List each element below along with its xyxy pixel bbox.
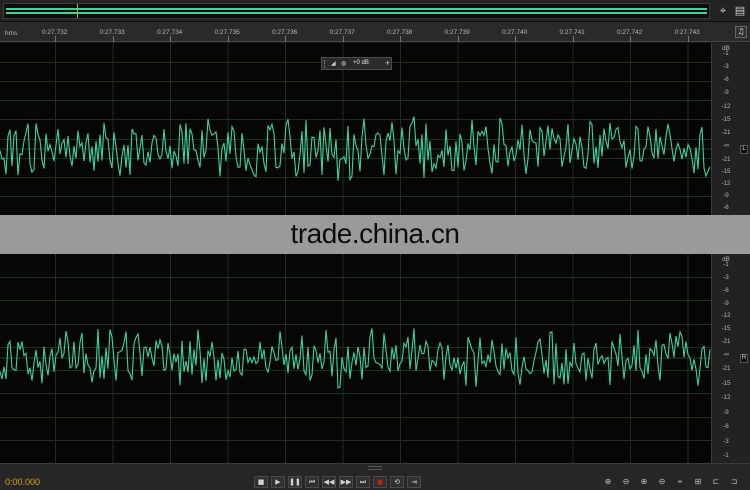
panel-toggle-icon[interactable]: ▤ <box>733 4 747 18</box>
zoom-out-amplitude-icon[interactable]: ⊖ <box>619 476 633 488</box>
ruler-tick <box>457 36 459 42</box>
zoom-crosshair-icon[interactable]: ⌖ <box>716 4 730 18</box>
ruler-time-label: 0:27.734 <box>157 29 183 36</box>
channel-label[interactable]: R <box>740 354 748 363</box>
ruler-time-label: 0:27.733 <box>99 29 125 36</box>
db-tick-label: -1 <box>723 261 729 268</box>
db-tick-label: -6 <box>723 286 729 294</box>
channel-right-waveform[interactable] <box>0 254 711 463</box>
db-tick-label: -9 <box>723 408 729 416</box>
fast-forward-icon[interactable]: ▶▶ <box>339 476 353 488</box>
time-display[interactable]: 0:00.000 <box>5 477 40 487</box>
volume-hud[interactable]: ◢ ◍ +0 dB ✈ <box>321 57 392 70</box>
db-tick-label: -12 <box>721 180 731 187</box>
time-ruler[interactable]: hms 0:27.732 0:27.733 0:27.734 0:27.735 0:27… <box>0 22 750 42</box>
overview-waveform <box>6 8 707 14</box>
zoom-selection-icon[interactable]: ⊞ <box>691 476 705 488</box>
ruler-time-label: 0:27.742 <box>617 29 643 36</box>
ruler-time-label: 0:27.741 <box>559 29 585 36</box>
transport-grip[interactable] <box>368 466 382 470</box>
db-tick-label: -21 <box>721 156 731 163</box>
ruler-tick <box>342 36 344 42</box>
ruler-tick <box>285 36 286 42</box>
ruler-tick <box>572 36 574 42</box>
zoom-in-time-icon[interactable]: ⊕ <box>637 476 651 488</box>
db-scale-right: dB -1 -3 -6 -9 -12 -15 -21 -∞ -21 -15 -12 -9 -6 -3 -1 R <box>711 254 750 463</box>
hud-db-value[interactable]: +0 dB <box>353 60 369 66</box>
ruler-tick <box>112 36 114 42</box>
db-tick-label: -12 <box>721 312 731 320</box>
zoom-in-right-icon[interactable]: ⊐ <box>727 476 741 488</box>
ruler-tick <box>170 36 171 42</box>
db-tick-label: -9 <box>723 89 729 97</box>
db-tick-label: -3 <box>723 63 729 71</box>
ruler-tick <box>630 36 631 42</box>
ruler-tick <box>515 36 516 42</box>
ruler-time-label: 0:27.740 <box>502 29 528 36</box>
go-to-start-icon[interactable]: ⏮ <box>305 476 319 488</box>
db-tick-label: -1 <box>723 452 729 459</box>
waveform-right <box>0 254 711 463</box>
db-tick-label: -15 <box>721 168 731 175</box>
pause-icon[interactable]: ❚❚ <box>288 476 302 488</box>
skip-selection-icon[interactable]: ⇥ <box>407 476 421 488</box>
play-icon[interactable]: ▶ <box>271 476 285 488</box>
zoom-full-icon[interactable]: ⌖ <box>673 476 687 488</box>
db-tick-label: -15 <box>721 379 731 387</box>
ruler-tick <box>55 36 56 42</box>
db-tick-label: -15 <box>721 115 731 123</box>
db-tick-label: -21 <box>721 365 731 372</box>
channel-label[interactable]: L <box>740 145 748 154</box>
transport-bar: 0:00.000 ■ ▶ ❚❚ ⏮ ◀◀ ▶▶ ⏭ ● ⟲ ⇥ ⊕ ⊖ ⊕ ⊖ … <box>0 463 750 490</box>
overview-playhead[interactable] <box>77 4 78 18</box>
db-tick-label: -3 <box>723 273 729 281</box>
ruler-time-label: 0:27.738 <box>387 29 413 36</box>
zoom-out-time-icon[interactable]: ⊖ <box>655 476 669 488</box>
ruler-tick <box>227 36 229 42</box>
ruler-time-label: 0:27.739 <box>444 29 470 36</box>
go-to-end-icon[interactable]: ⏭ <box>356 476 370 488</box>
db-tick-label: -3 <box>723 437 729 445</box>
ruler-time-label: 0:27.737 <box>329 29 355 36</box>
record-icon[interactable]: ● <box>373 476 387 488</box>
db-tick-label: -6 <box>723 423 729 430</box>
db-tick-label: -15 <box>721 325 731 333</box>
hud-grip[interactable] <box>324 60 327 68</box>
overview-navigator[interactable] <box>3 3 710 19</box>
headphones-icon[interactable]: ♫ <box>735 26 747 38</box>
db-tick-label: -∞ <box>722 142 730 149</box>
db-tick-label: -∞ <box>722 351 730 358</box>
db-tick-label: -21 <box>721 338 731 346</box>
db-tick-label: -1 <box>723 50 729 57</box>
watermark-text: trade.china.cn <box>290 218 460 249</box>
rewind-icon[interactable]: ◀◀ <box>322 476 336 488</box>
ruler-tick <box>687 36 689 42</box>
zoom-in-amplitude-icon[interactable]: ⊕ <box>601 476 615 488</box>
loop-icon[interactable]: ⟲ <box>390 476 404 488</box>
ruler-tick <box>400 36 401 42</box>
db-tick-label: -9 <box>723 192 729 199</box>
db-tick-label: -9 <box>723 299 729 307</box>
db-tick-label: -12 <box>721 102 731 110</box>
db-tick-label: -6 <box>723 204 729 211</box>
ruler-time-label: 0:27.736 <box>272 29 298 36</box>
db-tick-label: -12 <box>721 394 731 401</box>
ruler-time-label: 0:27.735 <box>214 29 240 36</box>
stop-icon[interactable]: ■ <box>254 476 268 488</box>
overview-strip: ⌖ ▤ <box>0 0 750 22</box>
volume-knob-icon[interactable]: ◍ <box>341 60 346 67</box>
zoom-in-left-icon[interactable]: ⊏ <box>709 476 723 488</box>
db-tick-label: -21 <box>721 128 731 136</box>
channel-divider: trade.china.cn <box>0 215 750 254</box>
ruler-time-label: 0:27.743 <box>674 29 700 36</box>
pin-icon[interactable]: ✈ <box>385 60 390 67</box>
time-format-label: hms <box>5 30 18 37</box>
db-scale-left: dB -1 -3 -6 -9 -12 -15 -21 -∞ -21 -15 -12 -9 -6 L <box>711 43 750 215</box>
db-tick-label: -6 <box>723 76 729 84</box>
level-meter-icon: ◢ <box>331 61 336 67</box>
ruler-time-label: 0:27.732 <box>42 29 68 36</box>
